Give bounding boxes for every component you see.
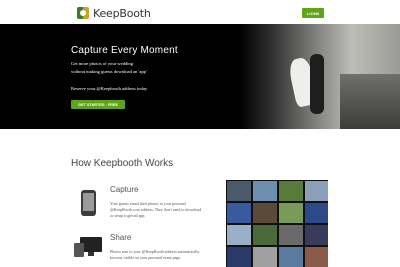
photo-thumbnail[interactable] <box>253 225 277 245</box>
photo-thumbnail[interactable] <box>227 225 251 245</box>
top-navbar: KeepBooth LOGIN <box>0 0 400 25</box>
feature-desc-share-line-2: become visible on your personal event pa… <box>110 255 182 260</box>
hero-subtitle-line-2: without making guests download an 'app' <box>71 69 147 74</box>
get-started-button[interactable]: GET STARTED - FREE <box>71 100 125 109</box>
photo-thumbnail[interactable] <box>279 225 303 245</box>
photo-thumbnail[interactable] <box>227 203 251 223</box>
photo-thumbnail[interactable] <box>305 225 328 245</box>
photo-thumbnail[interactable] <box>305 247 328 267</box>
hero-reserve-text: Reserve your @Keepbooth address today <box>71 86 148 91</box>
logo-text: KeepBooth <box>93 6 151 20</box>
keepbooth-logo[interactable]: KeepBooth <box>77 6 151 20</box>
photo-thumbnail[interactable] <box>279 247 303 267</box>
photo-thumbnail[interactable] <box>305 203 328 223</box>
hero-title: Capture Every Moment <box>71 45 178 56</box>
feature-title-capture: Capture <box>110 185 139 194</box>
phone-icon <box>81 190 96 216</box>
hero-banner <box>0 24 400 129</box>
photo-thumbnail[interactable] <box>279 181 303 201</box>
devices-icon <box>74 237 104 261</box>
section-title: How Keepbooth Works <box>71 158 174 169</box>
photo-thumbnail[interactable] <box>227 247 251 267</box>
photo-thumbnail[interactable] <box>279 203 303 223</box>
photo-grid <box>226 180 328 267</box>
hero-subtitle-line-1: Get more photos of your wedding <box>71 61 134 66</box>
keepbooth-logo-icon <box>77 7 89 19</box>
wedding-dance-photo <box>240 24 400 129</box>
photo-thumbnail[interactable] <box>227 181 251 201</box>
photo-thumbnail[interactable] <box>253 203 277 223</box>
feature-title-share: Share <box>110 233 132 242</box>
login-button[interactable]: LOGIN <box>302 8 324 18</box>
photo-thumbnail[interactable] <box>253 181 277 201</box>
photo-thumbnail[interactable] <box>305 181 328 201</box>
photo-thumbnail[interactable] <box>253 247 277 267</box>
feature-desc-capture-line-3: or setup a special app. <box>110 213 146 218</box>
